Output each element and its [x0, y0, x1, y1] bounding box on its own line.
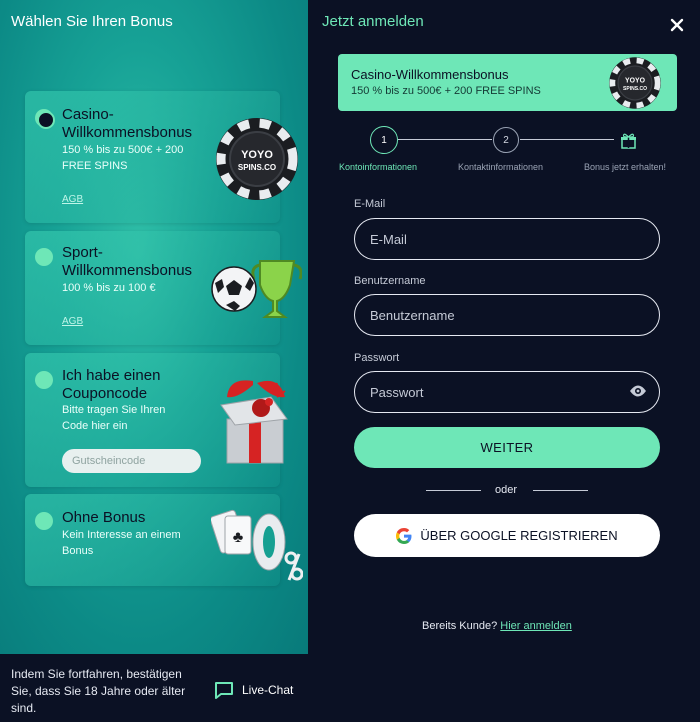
bonus-card-coupon[interactable]: Ich habe einen Couponcode Bitte tragen S…	[25, 353, 288, 487]
promo-title: Casino-Willkommensbonus	[351, 67, 509, 82]
bonus-radio-none[interactable]	[35, 512, 53, 530]
bonus-radio-casino[interactable]	[35, 109, 55, 129]
trophy-football-icon	[211, 260, 302, 318]
chat-bubble-icon	[215, 682, 233, 699]
login-link[interactable]: Hier anmelden	[500, 620, 572, 632]
bonus-card-title: Ohne Bonus	[62, 509, 146, 526]
register-title: Jetzt anmelden	[322, 13, 424, 30]
step-3-label: Bonus jetzt erhalten!	[584, 162, 667, 172]
chip-logo-line2: SPINS.CO	[623, 86, 647, 92]
live-chat-label: Live-Chat	[242, 683, 294, 697]
bonus-card-desc: 100 % bis zu 100 €	[62, 282, 156, 294]
divider	[533, 490, 588, 491]
bonus-card-none[interactable]: Ohne Bonus Kein Interesse an einem Bonus…	[25, 494, 303, 586]
left-footer: Indem Sie fortfahren, bestätigen Sie, da…	[0, 654, 308, 722]
poker-chip-icon: YOYO SPINS.CO	[216, 118, 298, 200]
svg-text:♣: ♣	[233, 529, 244, 546]
bonus-card-desc: Kein Interesse an einem Bonus	[62, 529, 181, 557]
age-confirmation-note: Indem Sie fortfahren, bestätigen Sie, da…	[11, 667, 186, 715]
google-register-button[interactable]: ÜBER GOOGLE REGISTRIEREN	[354, 514, 660, 557]
bonus-card-desc: Bitte tragen Sie Ihren Code hier ein	[62, 404, 166, 432]
existing-customer-text: Bereits Kunde? Hier anmelden	[422, 620, 572, 632]
step-2-label: Kontaktinformationen	[458, 162, 544, 172]
bonus-card-casino[interactable]: Casino- Willkommensbonus 150 % bis zu 50…	[25, 91, 298, 223]
email-label: E-Mail	[354, 198, 386, 210]
step-1-indicator: 1	[370, 126, 398, 154]
promo-subtitle: 150 % bis zu 500€ + 200 FREE SPINS	[351, 85, 541, 97]
gift-box-icon	[220, 380, 288, 464]
bonus-card-title: Ich habe einen Couponcode	[62, 367, 161, 402]
already-customer-label: Bereits Kunde?	[422, 620, 498, 632]
bonus-panel: Wählen Sie Ihren Bonus Casino- Willkomme…	[0, 0, 308, 654]
coupon-code-input[interactable]	[62, 449, 201, 473]
bonus-card-desc: 150 % bis zu 500€ + 200 FREE SPINS	[62, 144, 184, 172]
divider	[426, 490, 481, 491]
live-chat-button[interactable]: Live-Chat	[214, 681, 293, 699]
password-field[interactable]	[354, 371, 660, 413]
step-1-label: Kontoinformationen	[339, 162, 418, 172]
google-icon	[396, 527, 412, 544]
bonus-panel-title: Wählen Sie Ihren Bonus	[11, 13, 173, 30]
bonus-card-title: Casino- Willkommensbonus	[62, 106, 193, 141]
chip-logo-line2: SPINS.CO	[238, 163, 276, 172]
email-field[interactable]	[354, 218, 660, 260]
selected-bonus-banner: Casino-Willkommensbonus 150 % bis zu 500…	[338, 54, 677, 111]
bonus-radio-sport[interactable]	[35, 248, 53, 266]
chip-logo-line1: YOYO	[625, 77, 646, 84]
stepper-line	[398, 139, 492, 140]
continue-button[interactable]: WEITER	[354, 427, 660, 468]
eye-icon[interactable]	[629, 384, 647, 398]
chip-logo-line1: YOYO	[241, 149, 273, 161]
password-label: Passwort	[354, 352, 400, 364]
username-label: Benutzername	[354, 275, 426, 287]
google-register-label: ÜBER GOOGLE REGISTRIEREN	[420, 528, 618, 543]
bonus-card-title: Sport- Willkommensbonus	[62, 244, 193, 279]
username-field[interactable]	[354, 294, 660, 336]
step-2-indicator: 2	[493, 127, 519, 153]
agb-link[interactable]: AGB	[62, 316, 83, 327]
or-label: oder	[495, 484, 518, 496]
gift-icon	[621, 133, 636, 149]
stepper-line	[520, 139, 614, 140]
agb-link[interactable]: AGB	[62, 194, 83, 205]
bonus-radio-coupon[interactable]	[35, 371, 53, 389]
zero-percent-icon: ♠ ♣	[211, 509, 303, 581]
poker-chip-icon: YOYO SPINS.CO	[609, 57, 661, 109]
close-icon[interactable]	[668, 16, 686, 34]
bonus-card-sport[interactable]: Sport- Willkommensbonus 100 % bis zu 100…	[25, 231, 302, 345]
